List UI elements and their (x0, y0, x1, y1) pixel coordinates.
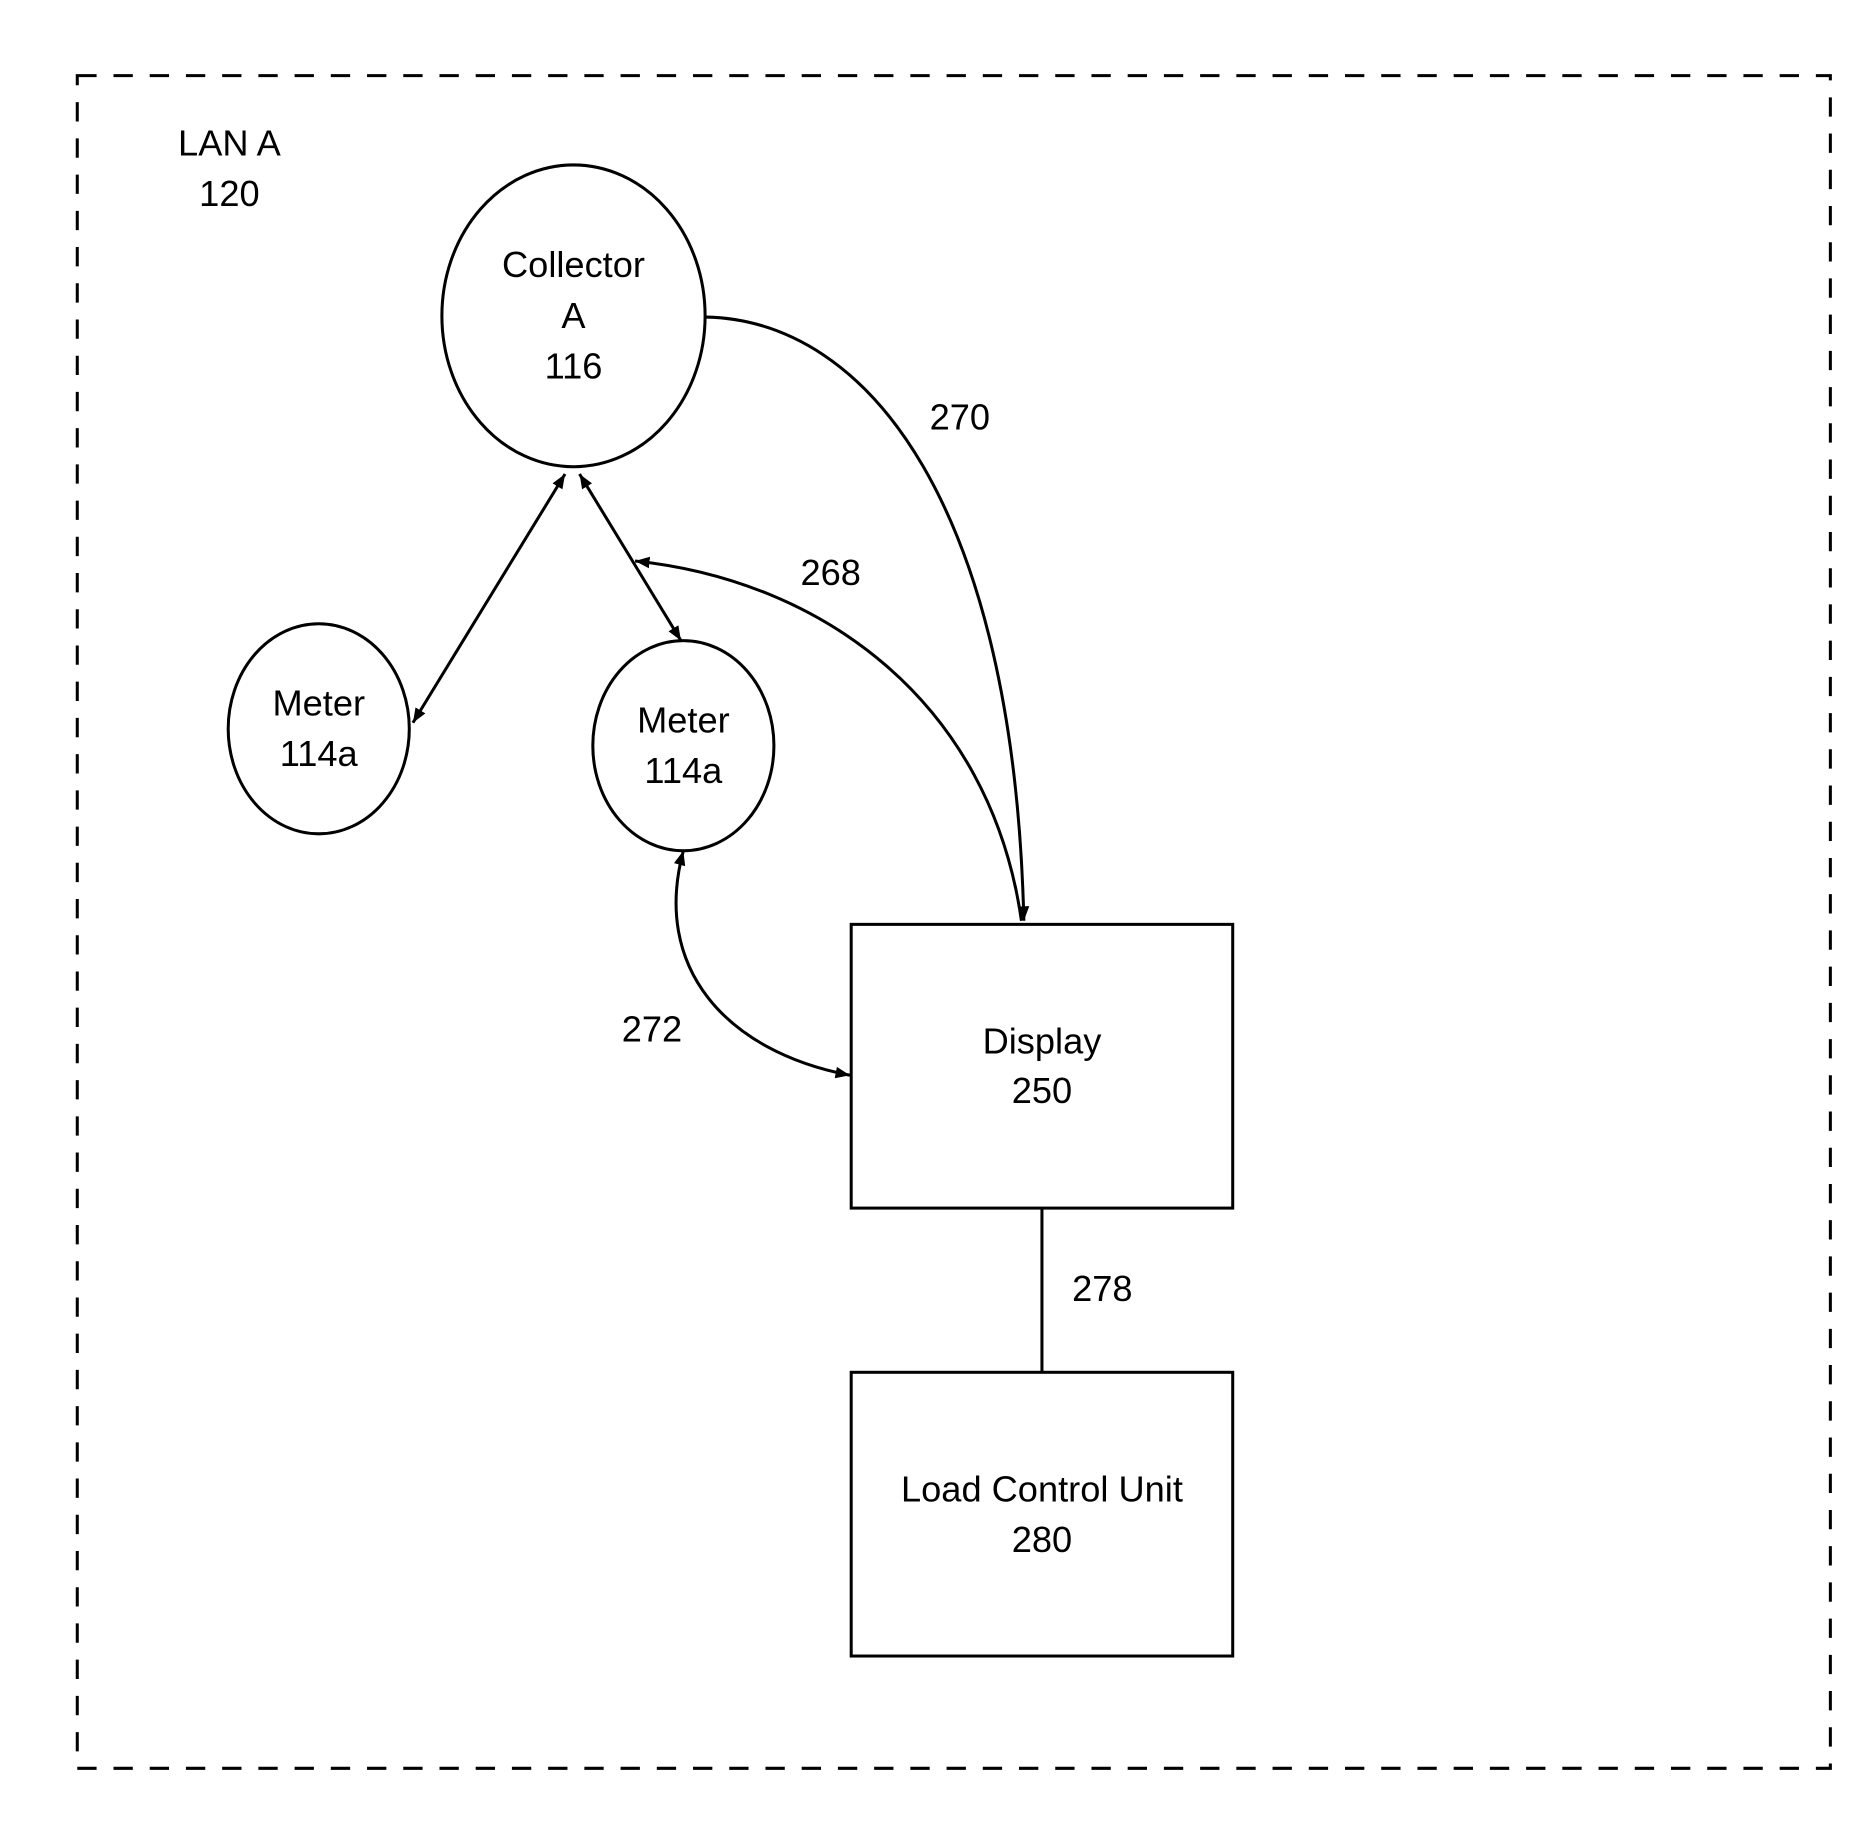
svg-text:116: 116 (545, 346, 603, 387)
edge-collector-meter-left (411, 473, 567, 724)
meter-left-node: Meter 114a (226, 622, 411, 836)
svg-text:114a: 114a (644, 750, 723, 791)
lan-label: LAN A (178, 122, 282, 163)
diagram-canvas: LAN A 120 270 268 272 278 Collector A 11… (75, 74, 1832, 1770)
collector-node: Collector A 116 (440, 163, 707, 469)
edge-label-268: 268 (800, 552, 860, 593)
edge-label-272: 272 (622, 1008, 682, 1049)
svg-text:A: A (561, 295, 586, 336)
svg-text:280: 280 (1012, 1519, 1072, 1560)
edge-label-270: 270 (930, 396, 990, 437)
svg-text:Load Control Unit: Load Control Unit (901, 1468, 1183, 1509)
edge-272 (673, 850, 851, 1079)
svg-text:250: 250 (1012, 1070, 1072, 1111)
display-node: Display 250 (849, 922, 1235, 1210)
svg-text:Display: Display (983, 1021, 1103, 1062)
svg-text:Collector: Collector (502, 244, 645, 285)
meter-right-node: Meter 114a (591, 639, 776, 853)
edge-collector-meter-right (578, 473, 683, 642)
lan-ref: 120 (199, 173, 259, 214)
edge-label-278: 278 (1072, 1268, 1132, 1309)
svg-text:Meter: Meter (637, 699, 730, 740)
svg-text:Meter: Meter (272, 682, 365, 723)
load-control-unit-node: Load Control Unit 280 (849, 1370, 1235, 1658)
svg-text:114a: 114a (280, 733, 359, 774)
